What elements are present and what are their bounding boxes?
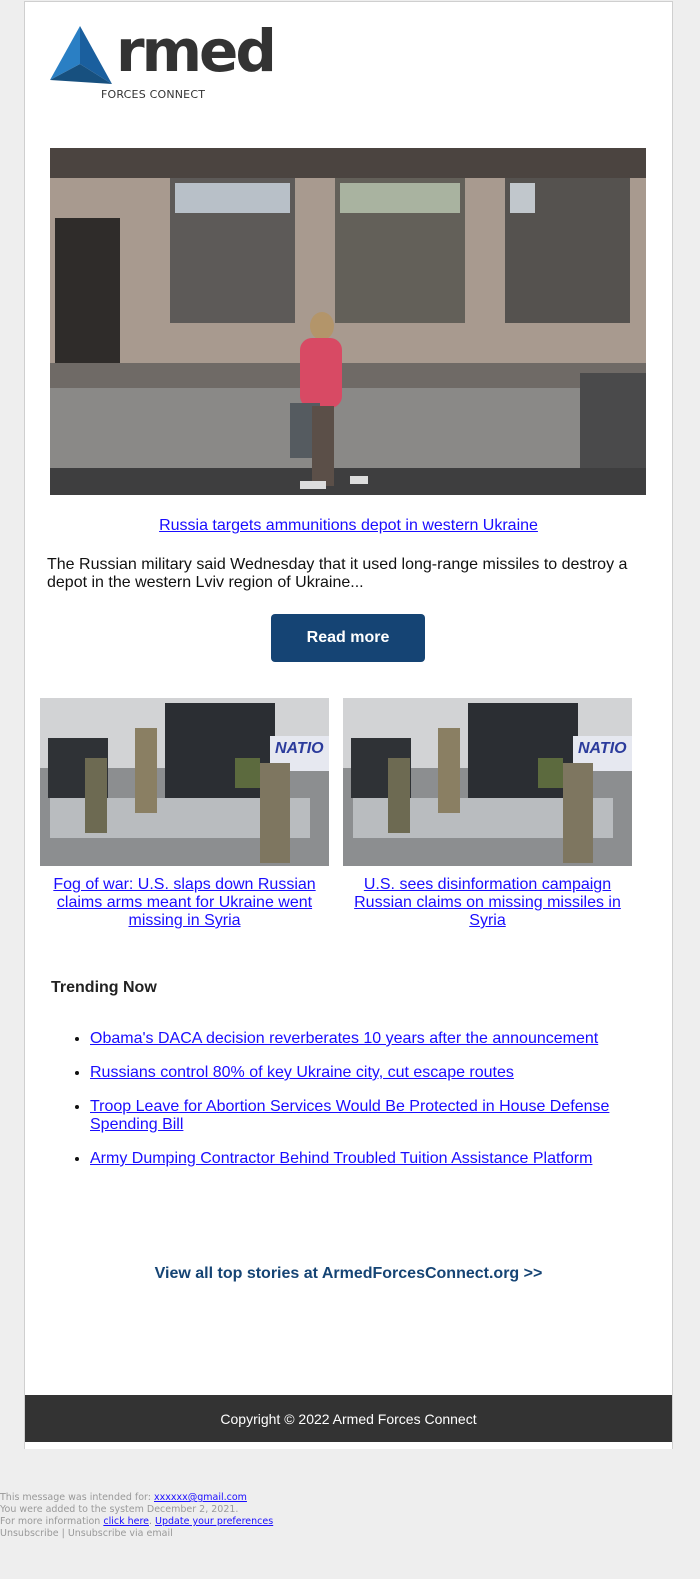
click-here-link[interactable]: click here: [103, 1516, 149, 1527]
trending-item: Russians control 80% of key Ukraine city…: [90, 1064, 650, 1082]
story-link-1[interactable]: Fog of war: U.S. slaps down Russian clai…: [53, 876, 315, 929]
svg-text:NATIO: NATIO: [275, 740, 324, 757]
hero-headline: Russia targets ammunitions depot in west…: [25, 517, 672, 535]
email-container: rmed FORCES CONNECT Russia targets ammun…: [24, 1, 673, 1449]
logo-wordmark: rmed: [116, 17, 277, 85]
trending-item: Troop Leave for Abortion Services Would …: [90, 1098, 650, 1134]
trending-link-3[interactable]: Troop Leave for Abortion Services Would …: [90, 1098, 609, 1133]
pipe-separator: |: [58, 1528, 68, 1539]
story-image-2[interactable]: NATIO: [343, 698, 632, 866]
hero-headline-link[interactable]: Russia targets ammunitions depot in west…: [159, 517, 538, 534]
hero-image[interactable]: [50, 148, 646, 495]
copyright-text: Copyright © 2022 Armed Forces Connect: [220, 1410, 477, 1427]
unsubscribe-via-email-link[interactable]: Unsubscribe via email: [68, 1528, 173, 1539]
logo-triangle-icon: [50, 26, 112, 84]
footer-bar: Copyright © 2022 Armed Forces Connect: [25, 1395, 672, 1442]
email-meta: This message was intended for: xxxxxx@gm…: [0, 1492, 273, 1540]
svg-text:NATIO: NATIO: [578, 740, 627, 757]
story-image-1[interactable]: NATIO: [40, 698, 329, 866]
view-all-stories-link[interactable]: View all top stories at ArmedForcesConne…: [25, 1265, 672, 1283]
trending-item: Obama's DACA decision reverberates 10 ye…: [90, 1030, 650, 1048]
recipient-email-link[interactable]: xxxxxx@gmail.com: [154, 1492, 247, 1503]
story-caption-2: U.S. sees disinformation campaign Russia…: [343, 876, 632, 930]
more-info-line: For more information click here. Update …: [0, 1516, 273, 1528]
update-preferences-link[interactable]: Update your preferences: [155, 1516, 273, 1527]
intended-label: This message was intended for:: [0, 1492, 154, 1503]
read-more-button[interactable]: Read more: [271, 614, 425, 662]
logo-subtitle: FORCES CONNECT: [101, 88, 206, 101]
intended-for-line: This message was intended for: xxxxxx@gm…: [0, 1492, 273, 1504]
trending-heading: Trending Now: [51, 979, 157, 996]
trending-link-1[interactable]: Obama's DACA decision reverberates 10 ye…: [90, 1030, 598, 1047]
more-info-label: For more information: [0, 1516, 104, 1527]
unsubscribe-line: Unsubscribe | Unsubscribe via email: [0, 1528, 273, 1540]
hero-summary: The Russian military said Wednesday that…: [47, 556, 628, 591]
story-photo-1: NATIO: [40, 698, 329, 866]
story-photo-2: NATIO: [343, 698, 632, 866]
trending-item: Army Dumping Contractor Behind Troubled …: [90, 1150, 650, 1168]
added-date-line: You were added to the system December 2,…: [0, 1504, 239, 1515]
hero-photo: [50, 148, 646, 495]
story-caption-1: Fog of war: U.S. slaps down Russian clai…: [40, 876, 329, 930]
story-link-2[interactable]: U.S. sees disinformation campaign Russia…: [354, 876, 621, 929]
trending-link-4[interactable]: Army Dumping Contractor Behind Troubled …: [90, 1150, 592, 1167]
unsubscribe-link[interactable]: Unsubscribe: [0, 1528, 59, 1539]
trending-list: Obama's DACA decision reverberates 10 ye…: [71, 1030, 650, 1184]
armed-forces-connect-logo[interactable]: rmed FORCES CONNECT: [50, 22, 277, 106]
trending-link-2[interactable]: Russians control 80% of key Ukraine city…: [90, 1064, 514, 1081]
